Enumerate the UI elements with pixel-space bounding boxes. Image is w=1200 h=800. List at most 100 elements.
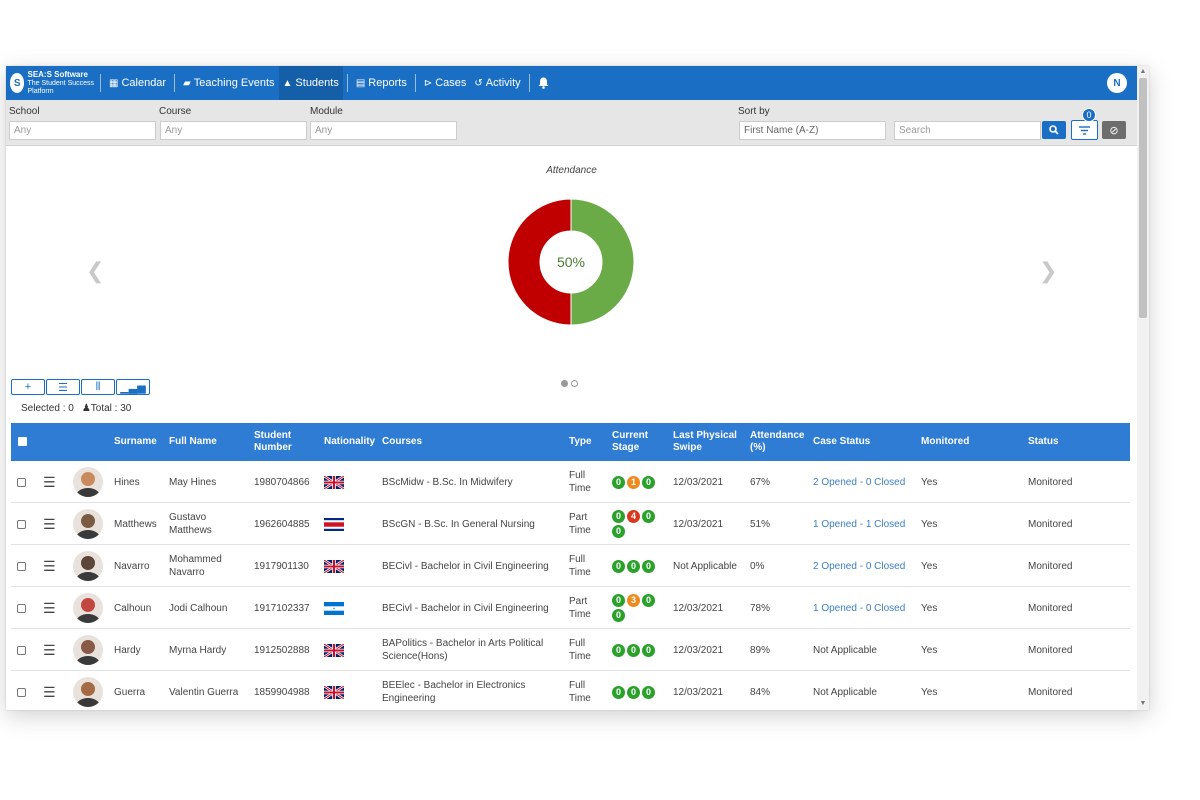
filter-icon	[1079, 125, 1090, 135]
scroll-up-icon[interactable]: ▲	[1139, 68, 1147, 76]
nav-label: Teaching Events	[193, 77, 275, 89]
carousel-next-button[interactable]: ❯	[1039, 258, 1057, 284]
header-case-status[interactable]: Case Status	[813, 436, 870, 448]
cell-status: Monitored	[1028, 602, 1073, 614]
cell-case-status[interactable]: 1 Opened - 0 Closed	[813, 587, 905, 629]
header-status[interactable]: Status	[1028, 436, 1059, 448]
row-checkbox[interactable]	[17, 645, 26, 655]
nav-label: Activity	[485, 77, 521, 89]
current-stage-badges: 000	[612, 685, 662, 699]
nav-label: Cases	[435, 77, 467, 89]
school-label: School	[9, 106, 40, 117]
brand-logo[interactable]: S SEA:S Software The Student Success Pla…	[10, 70, 96, 96]
cell-case-status[interactable]: 2 Opened - 0 Closed	[813, 545, 905, 587]
stage-badge: 0	[627, 685, 640, 699]
table-row[interactable]: ☰ Calhoun Jodi Calhoun 1917102337 BECivl…	[11, 587, 1130, 629]
row-menu-icon[interactable]: ☰	[43, 685, 56, 699]
header-student-number[interactable]: Student Number	[254, 430, 304, 454]
header-monitored[interactable]: Monitored	[921, 436, 969, 448]
cell-status: Monitored	[1028, 686, 1073, 698]
add-button[interactable]: +	[11, 379, 45, 395]
course-select[interactable]: Any	[160, 121, 307, 140]
vertical-scrollbar[interactable]: ▲ ▼	[1137, 66, 1149, 710]
header-type[interactable]: Type	[569, 436, 592, 448]
module-label: Module	[310, 106, 343, 117]
chart-button[interactable]: ▁▃▅	[116, 379, 150, 395]
header-last-swipe[interactable]: Last Physical Swipe	[673, 430, 738, 454]
carousel-prev-button[interactable]: ❮	[86, 258, 104, 284]
stage-badge: 0	[642, 559, 655, 573]
cell-type: Full Time	[569, 638, 591, 662]
row-checkbox[interactable]	[17, 477, 26, 487]
cell-status: Monitored	[1028, 518, 1073, 530]
columns-button[interactable]: ⦀	[81, 379, 115, 395]
nav-item-activity[interactable]: ↺ Activity	[470, 66, 524, 100]
select-all-checkbox[interactable]	[18, 437, 27, 446]
header-attendance[interactable]: Attendance (%)	[750, 430, 808, 454]
row-menu-icon[interactable]: ☰	[43, 601, 56, 615]
header-nationality[interactable]: Nationality	[324, 436, 375, 448]
cell-monitored: Yes	[921, 476, 938, 488]
row-checkbox[interactable]	[17, 687, 26, 697]
nav-item-cases[interactable]: ⊳ Cases	[420, 66, 471, 100]
row-checkbox[interactable]	[17, 561, 26, 571]
nav-item-reports[interactable]: ▤ Reports	[352, 66, 411, 100]
row-menu-icon[interactable]: ☰	[43, 475, 56, 489]
bar-chart-icon: ▁▃▅	[120, 381, 146, 394]
cell-attendance: 67%	[750, 476, 771, 488]
avatar	[73, 635, 103, 665]
nav-item-students[interactable]: ▲ Students	[278, 66, 343, 100]
chart-title: Attendance	[546, 165, 597, 176]
cell-surname: Navarro	[114, 560, 150, 572]
columns-icon: ⦀	[95, 380, 101, 393]
avatar	[73, 677, 103, 707]
row-menu-icon[interactable]: ☰	[43, 559, 56, 573]
table-toolbar: + ☰ ⦀ ▁▃▅	[11, 379, 150, 395]
list-view-button[interactable]: ☰	[46, 379, 80, 395]
cell-case-status[interactable]: 2 Opened - 0 Closed	[813, 461, 905, 503]
row-menu-icon[interactable]: ☰	[43, 643, 56, 657]
school-select[interactable]: Any	[9, 121, 156, 140]
notifications-button[interactable]	[534, 66, 553, 100]
nav-label: Reports	[368, 77, 407, 89]
row-menu-icon[interactable]: ☰	[43, 517, 56, 531]
module-select[interactable]: Any	[310, 121, 457, 140]
header-courses[interactable]: Courses	[382, 436, 422, 448]
book-icon: ▰	[183, 77, 191, 89]
header-surname[interactable]: Surname	[114, 436, 157, 448]
cell-attendance: 84%	[750, 686, 771, 698]
cases-icon: ⊳	[423, 77, 433, 89]
header-current-stage[interactable]: Current Stage	[612, 430, 657, 454]
cell-student-number: 1859904988	[254, 686, 310, 698]
table-row[interactable]: ☰ Guerra Valentin Guerra 1859904988 BEEl…	[11, 671, 1130, 710]
search-button[interactable]	[1042, 121, 1066, 139]
scroll-down-icon[interactable]: ▼	[1139, 700, 1147, 708]
table-row[interactable]: ☰ Navarro Mohammed Navarro 1917901130 BE…	[11, 545, 1130, 587]
row-checkbox[interactable]	[17, 603, 26, 613]
carousel-dot-1[interactable]	[561, 380, 568, 387]
donut-center-label: 50%	[557, 254, 585, 270]
stage-badge: 0	[627, 643, 640, 657]
calendar-icon: ▦	[109, 77, 119, 89]
clear-filters-button[interactable]: ⊘	[1102, 121, 1126, 139]
scroll-thumb[interactable]	[1139, 78, 1147, 318]
cell-case-status[interactable]: 1 Opened - 1 Closed	[813, 503, 905, 545]
cell-student-number: 1917102337	[254, 602, 310, 614]
filter-button[interactable]	[1071, 120, 1098, 140]
search-input[interactable]: Search	[894, 121, 1041, 140]
carousel-dot-2[interactable]	[571, 380, 578, 387]
sortby-select[interactable]: First Name (A-Z)	[739, 121, 886, 140]
cell-monitored: Yes	[921, 686, 938, 698]
table-body: ☰ Hines May Hines 1980704866 BScMidw - B…	[11, 461, 1130, 710]
person-icon: ♟	[81, 403, 91, 414]
stage-badge: 0	[612, 643, 625, 657]
table-row[interactable]: ☰ Matthews Gustavo Matthews 1962604885 B…	[11, 503, 1130, 545]
table-row[interactable]: ☰ Hines May Hines 1980704866 BScMidw - B…	[11, 461, 1130, 503]
nav-item-teaching-events[interactable]: ▰ Teaching Events	[179, 66, 278, 100]
nav-item-calendar[interactable]: ▦ Calendar	[105, 66, 170, 100]
header-full-name[interactable]: Full Name	[169, 436, 217, 448]
row-checkbox[interactable]	[17, 519, 26, 529]
user-avatar[interactable]: N	[1107, 73, 1127, 93]
stage-badge: 3	[627, 594, 640, 607]
table-row[interactable]: ☰ Hardy Myrna Hardy 1912502888 BAPolitic…	[11, 629, 1130, 671]
